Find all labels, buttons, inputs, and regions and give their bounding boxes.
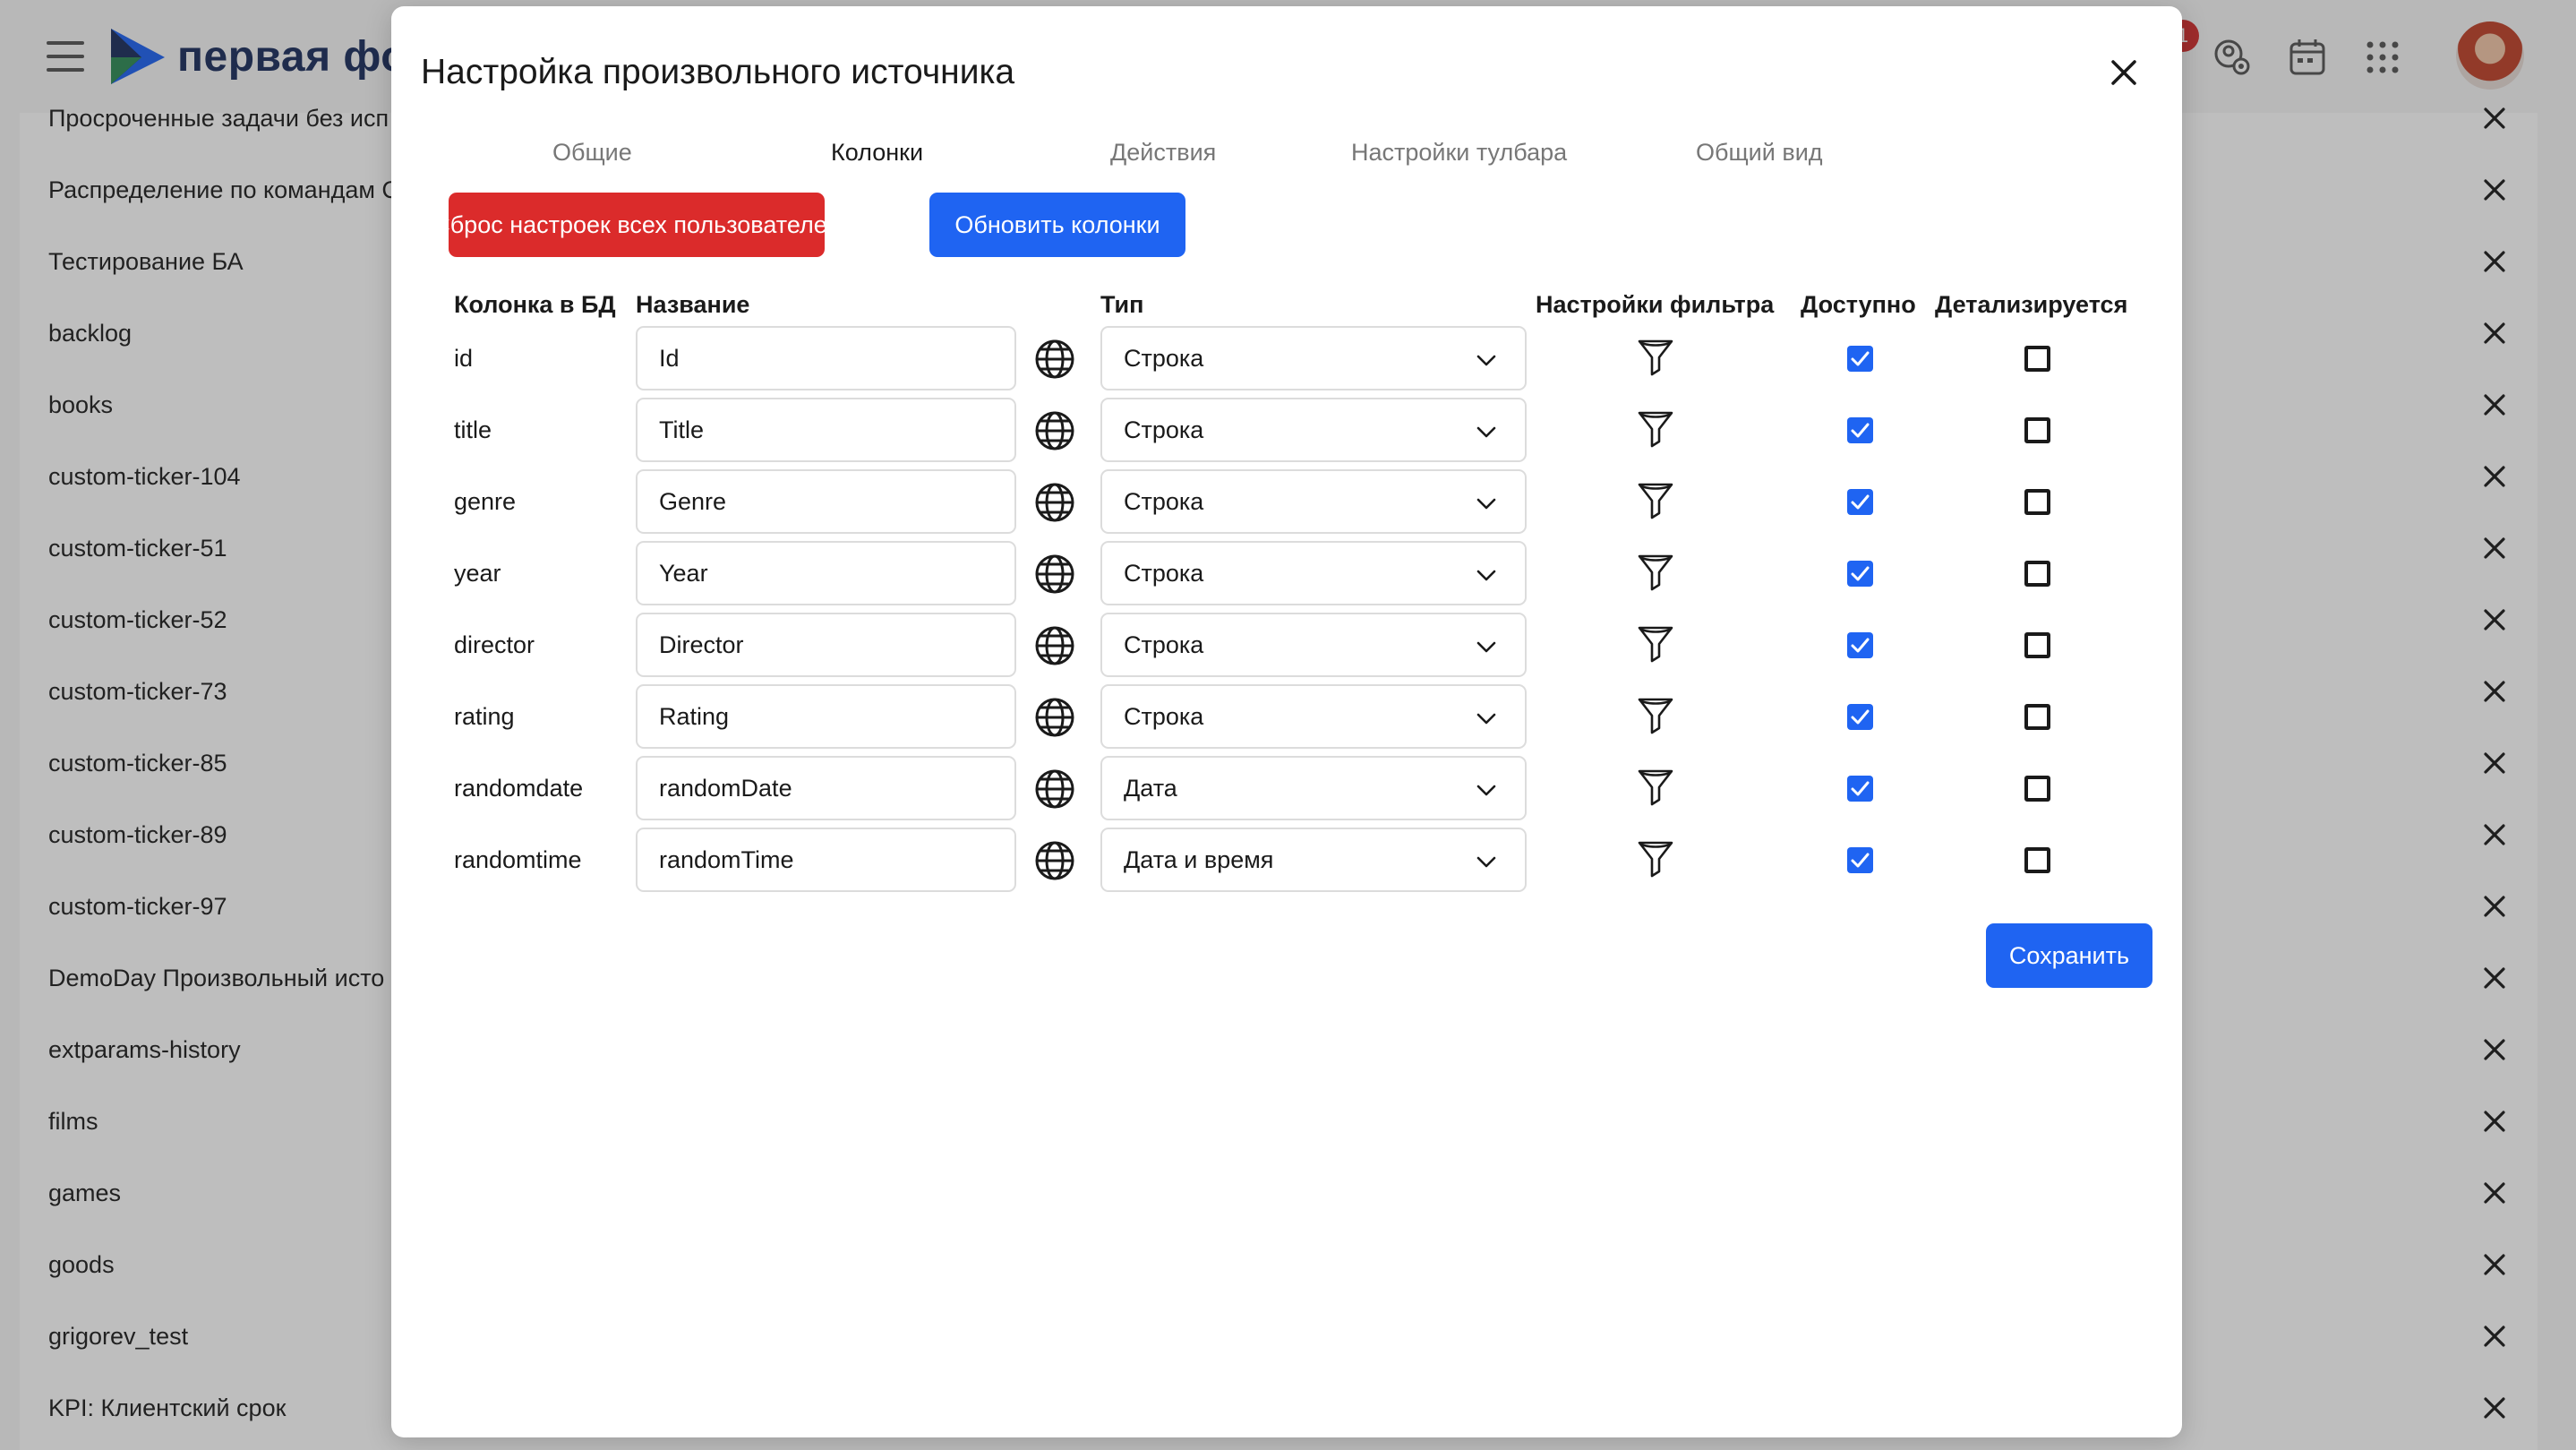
drilldown-checkbox[interactable] xyxy=(2024,346,2050,372)
filter-icon[interactable] xyxy=(1635,336,1676,377)
column-title-input[interactable] xyxy=(636,326,1016,390)
header-type: Тип xyxy=(1100,291,1144,318)
filter-icon[interactable] xyxy=(1635,408,1676,449)
chevron-down-icon xyxy=(1476,570,1496,581)
header-db-column: Колонка в БД xyxy=(454,291,616,318)
filter-icon[interactable] xyxy=(1635,622,1676,664)
column-title-input[interactable] xyxy=(636,828,1016,892)
column-title-input[interactable] xyxy=(636,756,1016,820)
drilldown-checkbox[interactable] xyxy=(2024,847,2050,873)
drilldown-checkbox[interactable] xyxy=(2024,489,2050,515)
table-row: rating Строка xyxy=(391,682,2182,753)
drilldown-checkbox[interactable] xyxy=(2024,561,2050,587)
column-type-value: Строка xyxy=(1124,631,1204,658)
column-title-input[interactable] xyxy=(636,398,1016,462)
filter-icon[interactable] xyxy=(1635,694,1676,735)
db-column-name: director xyxy=(454,631,535,658)
chevron-down-icon xyxy=(1476,355,1496,366)
tab-overview[interactable]: Общий вид xyxy=(1696,139,1823,167)
available-checkbox[interactable] xyxy=(1847,561,1873,587)
available-checkbox[interactable] xyxy=(1847,489,1873,515)
translate-globe-icon[interactable] xyxy=(1033,481,1076,524)
db-column-name: randomdate xyxy=(454,775,584,802)
db-column-name: id xyxy=(454,345,474,372)
db-column-name: year xyxy=(454,560,501,587)
column-title-input[interactable] xyxy=(636,541,1016,605)
column-type-select[interactable]: Строка xyxy=(1100,469,1527,534)
tab-toolbar-settings[interactable]: Настройки тулбара xyxy=(1351,139,1567,167)
header-drilldown: Детализируется xyxy=(1935,291,2128,318)
reset-all-users-button[interactable]: Сброс настроек всех пользователей xyxy=(432,193,841,257)
db-column-name: genre xyxy=(454,488,517,515)
refresh-columns-button[interactable]: Обновить колонки xyxy=(929,193,1185,257)
column-type-value: Дата xyxy=(1124,774,1177,802)
available-checkbox[interactable] xyxy=(1847,346,1873,372)
column-type-value: Строка xyxy=(1124,416,1204,443)
drilldown-checkbox[interactable] xyxy=(2024,704,2050,730)
drilldown-checkbox[interactable] xyxy=(2024,776,2050,802)
translate-globe-icon[interactable] xyxy=(1033,839,1076,882)
table-row: year Строка xyxy=(391,538,2182,610)
column-type-select[interactable]: Строка xyxy=(1100,398,1527,462)
chevron-down-icon xyxy=(1476,498,1496,510)
table-row: randomdate Дата xyxy=(391,753,2182,825)
available-checkbox[interactable] xyxy=(1847,776,1873,802)
available-checkbox[interactable] xyxy=(1847,704,1873,730)
filter-icon[interactable] xyxy=(1635,766,1676,807)
custom-source-settings-dialog: Настройка произвольного источника Общие … xyxy=(391,6,2182,1437)
header-available: Доступно xyxy=(1801,291,1916,318)
available-checkbox[interactable] xyxy=(1847,417,1873,443)
drilldown-checkbox[interactable] xyxy=(2024,417,2050,443)
column-type-select[interactable]: Строка xyxy=(1100,613,1527,677)
chevron-down-icon xyxy=(1476,641,1496,653)
chevron-down-icon xyxy=(1476,426,1496,438)
tab-actions[interactable]: Действия xyxy=(1110,139,1216,167)
translate-globe-icon[interactable] xyxy=(1033,624,1076,667)
header-name: Название xyxy=(636,291,750,318)
chevron-down-icon xyxy=(1476,713,1496,725)
column-type-value: Строка xyxy=(1124,487,1204,515)
chevron-down-icon xyxy=(1476,785,1496,796)
translate-globe-icon[interactable] xyxy=(1033,338,1076,381)
translate-globe-icon[interactable] xyxy=(1033,553,1076,596)
column-title-input[interactable] xyxy=(636,613,1016,677)
column-type-value: Дата и время xyxy=(1124,845,1274,873)
tab-general[interactable]: Общие xyxy=(552,139,632,167)
column-type-select[interactable]: Строка xyxy=(1100,684,1527,749)
table-row: director Строка xyxy=(391,610,2182,682)
filter-icon[interactable] xyxy=(1635,551,1676,592)
column-type-select[interactable]: Дата и время xyxy=(1100,828,1527,892)
close-icon[interactable] xyxy=(2104,53,2144,92)
tab-columns[interactable]: Колонки xyxy=(831,139,923,167)
available-checkbox[interactable] xyxy=(1847,847,1873,873)
db-column-name: randomtime xyxy=(454,846,582,873)
table-row: randomtime Дата и время xyxy=(391,825,2182,897)
available-checkbox[interactable] xyxy=(1847,632,1873,658)
db-column-name: rating xyxy=(454,703,515,730)
header-filter-settings: Настройки фильтра xyxy=(1536,291,1775,318)
table-row: genre Строка xyxy=(391,467,2182,538)
translate-globe-icon[interactable] xyxy=(1033,768,1076,811)
column-type-value: Строка xyxy=(1124,344,1204,372)
drilldown-checkbox[interactable] xyxy=(2024,632,2050,658)
dialog-tabs: Общие Колонки Действия Настройки тулбара… xyxy=(391,132,2182,176)
translate-globe-icon[interactable] xyxy=(1033,696,1076,739)
column-title-input[interactable] xyxy=(636,684,1016,749)
column-type-value: Строка xyxy=(1124,702,1204,730)
filter-icon[interactable] xyxy=(1635,837,1676,879)
db-column-name: title xyxy=(454,416,492,443)
translate-globe-icon[interactable] xyxy=(1033,409,1076,452)
column-type-value: Строка xyxy=(1124,559,1204,587)
column-title-input[interactable] xyxy=(636,469,1016,534)
table-row: title Строка xyxy=(391,395,2182,467)
table-row: id Строка xyxy=(391,323,2182,395)
column-type-select[interactable]: Дата xyxy=(1100,756,1527,820)
column-type-select[interactable]: Строка xyxy=(1100,326,1527,390)
chevron-down-icon xyxy=(1476,856,1496,868)
save-button[interactable]: Сохранить xyxy=(1986,923,2152,988)
dialog-title: Настройка произвольного источника xyxy=(421,53,1015,91)
filter-icon[interactable] xyxy=(1635,479,1676,520)
column-type-select[interactable]: Строка xyxy=(1100,541,1527,605)
